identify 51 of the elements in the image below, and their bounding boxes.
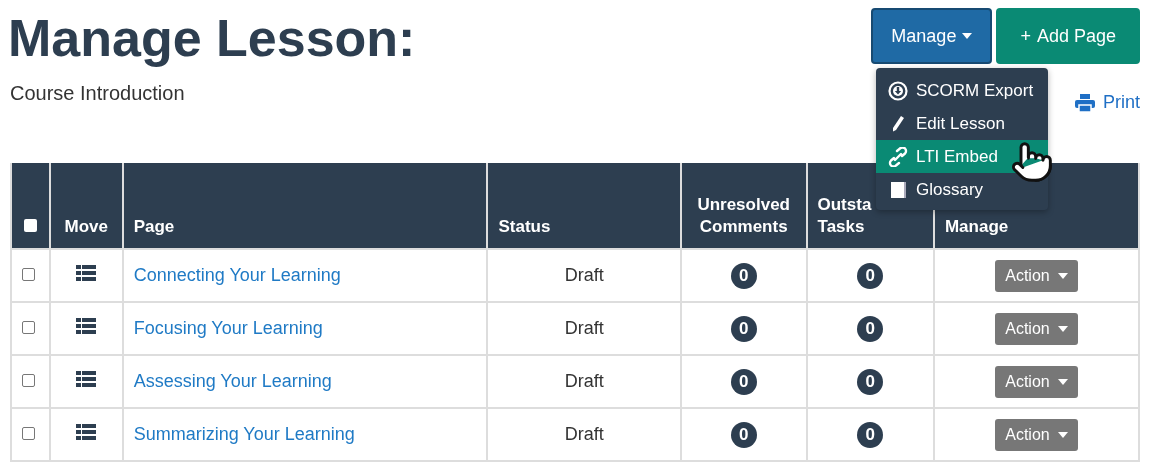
list-icon[interactable] [76,424,97,440]
hand-cursor-icon [1010,140,1054,184]
column-header: Page [133,216,176,238]
action-button[interactable]: Action [995,418,1078,451]
status-text: Draft [564,265,604,285]
menu-item[interactable]: Glossary [876,173,1048,206]
download-icon [888,80,908,101]
row-checkbox[interactable] [22,268,35,281]
select-all-checkbox[interactable] [23,219,37,232]
menu-item[interactable]: SCORM Export [876,74,1048,107]
action-button[interactable]: Action [995,365,1078,398]
caret-icon [1057,325,1068,332]
column-header: Status [498,216,552,238]
caret-icon [962,33,973,39]
lesson-name: Course Introduction [10,82,186,105]
column-header: Manage [944,216,1010,238]
add-page-button[interactable]: + Add Page [996,8,1140,64]
list-icon[interactable] [76,265,97,281]
status-text: Draft [564,371,604,391]
plus-sign: + [1020,25,1031,47]
column-header: Move [63,216,109,238]
column-header: Outsta Tasks [817,194,873,238]
row-checkbox[interactable] [22,374,35,387]
link-icon [888,146,908,167]
page-title: Manage Lesson: [8,10,416,66]
printer-icon [1075,93,1095,112]
action-button[interactable]: Action [995,312,1078,345]
status-text: Draft [564,318,604,338]
status-text: Draft [564,424,604,444]
caret-icon [1057,378,1068,385]
comment-count: 0 [730,368,757,395]
task-count: 0 [857,368,884,395]
action-button[interactable]: Action [995,259,1078,292]
row-checkbox[interactable] [22,321,35,334]
list-icon[interactable] [76,318,97,334]
task-count: 0 [857,421,884,448]
comment-count: 0 [730,262,757,289]
column-header: Unresolved Comments [696,194,791,238]
menu-item[interactable]: Edit Lesson [876,107,1048,140]
comment-count: 0 [730,315,757,342]
page-link[interactable]: Focusing Your Learning [133,318,323,338]
caret-icon [1057,272,1068,279]
book-icon [888,179,908,200]
task-count: 0 [857,315,884,342]
print-link[interactable]: Print [1075,92,1140,113]
task-count: 0 [857,262,884,289]
list-icon[interactable] [76,371,97,387]
caret-icon [1057,431,1068,438]
row-checkbox[interactable] [22,427,35,440]
manage-button[interactable]: Manage [871,8,993,64]
comment-count: 0 [730,421,757,448]
